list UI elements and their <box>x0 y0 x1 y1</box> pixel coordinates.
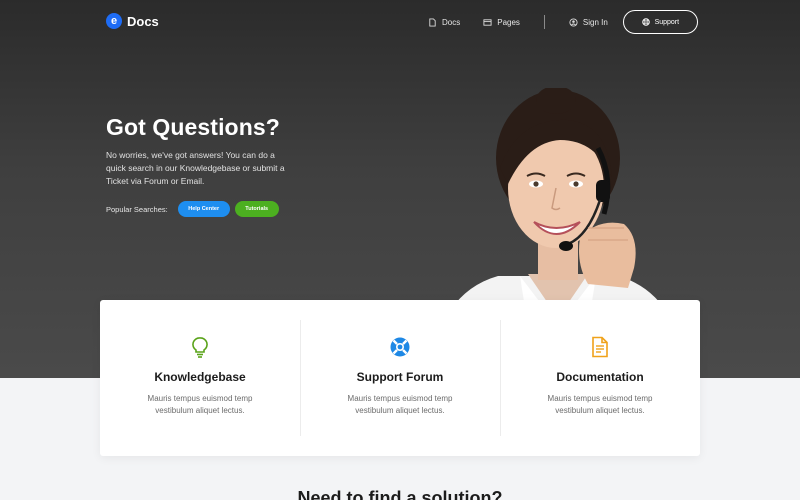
card-text: Mauris tempus euismod temp vestibulum al… <box>547 394 653 415</box>
hero-description: No worries, we've got answers! You can d… <box>106 150 285 186</box>
brand-name: Docs <box>127 13 159 29</box>
card-title: Documentation <box>556 370 644 384</box>
nav-docs-label: Docs <box>442 17 461 27</box>
logo-mark: e <box>106 13 122 29</box>
hero-title: Got Questions? <box>106 114 280 140</box>
nav-pages-label: Pages <box>497 17 520 27</box>
lifebuoy-icon <box>390 337 410 357</box>
support-button-label: Support <box>654 18 680 26</box>
document-icon <box>429 17 436 27</box>
brand-logo[interactable]: e Docs <box>106 13 159 29</box>
nav-pages[interactable]: Pages <box>483 18 520 27</box>
card-title: Support Forum <box>356 370 444 384</box>
tag-tutorials[interactable]: Tutorials <box>234 201 279 217</box>
popular-searches-label: Popular Searches: <box>106 204 168 214</box>
card-text: Mauris tempus euismod temp vestibulum al… <box>147 394 253 415</box>
nav-divider <box>543 15 545 29</box>
main-nav: Docs Pages Sign In Support <box>428 10 698 34</box>
card-documentation[interactable]: Documentation Mauris tempus euismod temp… <box>500 300 700 456</box>
nav-sign-in-label: Sign In <box>582 17 608 27</box>
document-icon <box>592 336 608 358</box>
feature-cards: Knowledgebase Mauris tempus euismod temp… <box>100 300 700 456</box>
nav-sign-in[interactable]: Sign In <box>569 18 608 27</box>
lightbulb-icon <box>192 337 208 358</box>
card-support-forum[interactable]: Support Forum Mauris tempus euismod temp… <box>300 300 500 456</box>
user-icon <box>569 17 578 27</box>
pages-icon <box>483 18 492 26</box>
card-text: Mauris tempus euismod temp vestibulum al… <box>347 394 453 415</box>
lifebuoy-icon <box>641 18 650 26</box>
card-knowledgebase[interactable]: Knowledgebase Mauris tempus euismod temp… <box>100 300 300 456</box>
tag-help-center[interactable]: Help Center <box>177 201 230 217</box>
section-heading: Need to find a solution? <box>297 488 503 500</box>
nav-docs[interactable]: Docs <box>428 18 460 27</box>
card-title: Knowledgebase <box>154 370 246 384</box>
popular-searches: Popular Searches: Help Center Tutorials <box>106 201 279 217</box>
support-button[interactable]: Support <box>622 10 698 34</box>
